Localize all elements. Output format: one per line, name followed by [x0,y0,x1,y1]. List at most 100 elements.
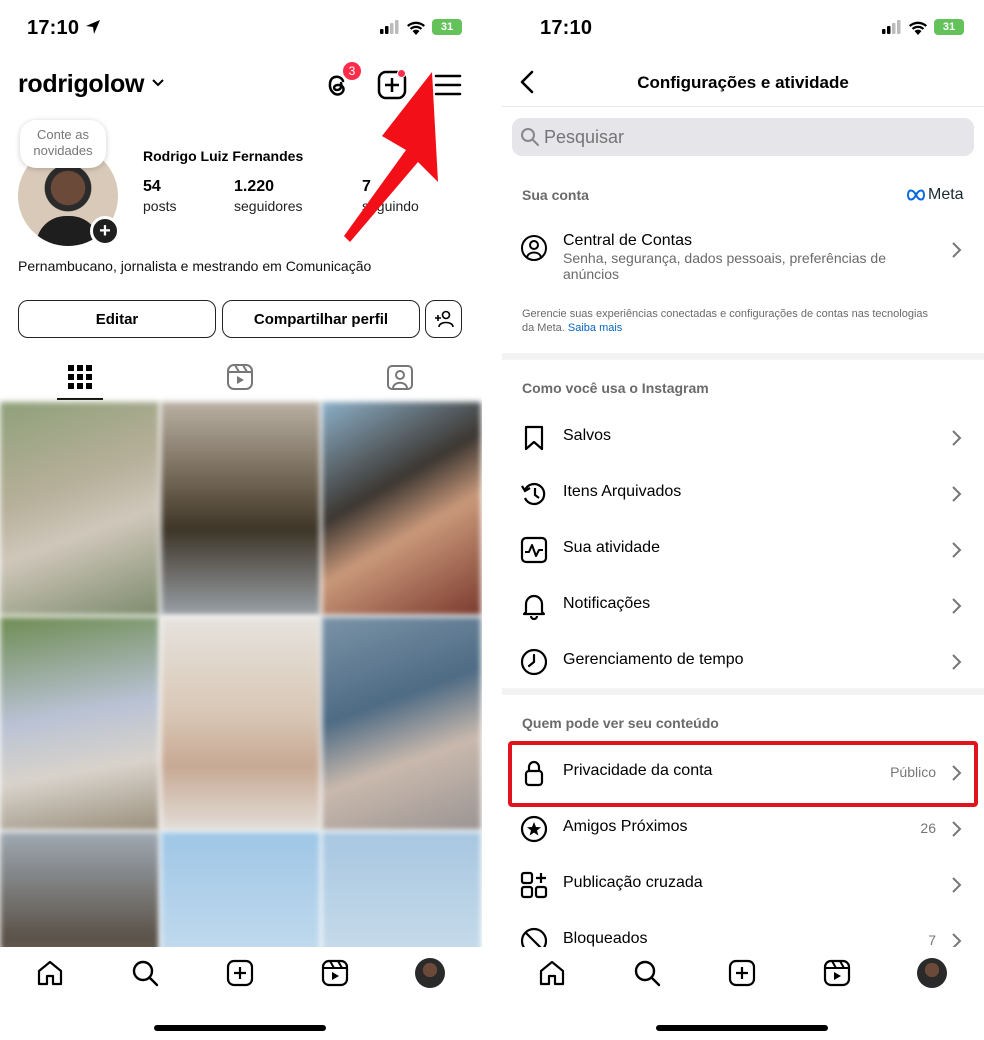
followers-count[interactable]: 1.220 [234,178,274,196]
activity-icon [520,536,548,564]
accounts-center-subtitle: Senha, segurança, dados pessoais, prefer… [563,250,886,282]
meta-logo: Meta [906,186,964,204]
location-arrow-icon [85,20,100,34]
chevron-right-icon [952,242,962,258]
bottom-nav [0,947,482,1040]
chevron-right-icon [952,598,962,614]
reels-icon[interactable] [320,958,350,988]
crosspost-icon [520,871,548,899]
chevron-right-icon [952,877,962,893]
wifi-icon [407,21,425,35]
battery-level: 31 [942,21,956,33]
row-notifications-label: Notificações [563,595,651,612]
status-time: 17:10 [540,17,593,39]
accounts-center-note: Gerencie suas experiências conectadas e … [522,307,942,335]
row-saved[interactable]: Salvos [502,410,984,466]
search-icon[interactable] [632,958,662,988]
archive-icon [521,482,546,506]
settings-screen: 17:10 31 Configurações e atividade Sua c… [502,0,984,1040]
grid-post[interactable] [0,617,159,830]
section-divider [502,688,984,695]
annotation-arrow [344,72,438,242]
bottom-nav [502,947,984,1040]
home-indicator [154,1025,326,1031]
bookmark-icon [524,425,544,451]
row-close-friends[interactable]: Amigos Próximos 26 [502,801,984,857]
learn-more-link[interactable]: Saiba mais [568,322,622,334]
profile-avatar-nav[interactable] [917,958,947,988]
row-activity[interactable]: Sua atividade [502,522,984,578]
status-time: 17:10 [27,17,101,40]
bio: Pernambucano, jornalista e mestrando em … [18,258,372,274]
row-crossposting[interactable]: Publicação cruzada [502,857,984,913]
home-icon[interactable] [537,958,567,988]
section-how-you-use: Como você usa o Instagram [522,380,709,396]
cellular-signal-icon [380,20,399,34]
reels-icon[interactable] [822,958,852,988]
posts-count[interactable]: 54 [143,178,161,196]
chevron-right-icon [952,542,962,558]
row-time-management[interactable]: Gerenciamento de tempo [502,634,984,690]
battery-level: 31 [440,21,454,33]
row-archived-label: Itens Arquivados [563,483,682,500]
section-your-account: Sua conta [522,187,589,203]
note-text: Conte as novidades [33,127,93,158]
username: rodrigolow [18,70,145,98]
account-switcher[interactable]: rodrigolow [18,70,165,99]
chevron-right-icon [952,821,962,837]
row-time-management-label: Gerenciamento de tempo [563,651,744,668]
add-story-button[interactable]: + [90,216,120,246]
row-blocked-label: Bloqueados [563,930,648,947]
search-icon[interactable] [130,958,160,988]
create-icon[interactable] [225,958,255,988]
grid-post[interactable] [322,617,481,830]
row-close-friends-value: 26 [920,820,936,836]
search-bar[interactable] [512,118,974,156]
grid-post[interactable] [0,402,159,615]
grid-post[interactable] [161,402,320,615]
tagged-icon[interactable] [385,362,415,392]
meta-logo-text: Meta [928,186,964,203]
edit-profile-button[interactable]: Editar [18,300,216,338]
bell-icon [522,594,546,620]
chevron-right-icon [952,486,962,502]
grid-icon[interactable] [65,362,95,392]
profile-circle-icon [521,235,547,261]
followers-label: seguidores [234,198,303,214]
clock-icon [520,648,548,676]
home-icon[interactable] [35,958,65,988]
chevron-right-icon [952,654,962,670]
row-archived[interactable]: Itens Arquivados [502,466,984,522]
search-input[interactable] [544,118,964,156]
battery-icon: 31 [934,19,964,35]
cellular-signal-icon [882,20,901,34]
share-profile-button[interactable]: Compartilhar perfil [222,300,420,338]
grid-post[interactable] [322,402,481,615]
create-icon[interactable] [727,958,757,988]
star-icon [520,815,548,843]
chevron-down-icon [152,79,164,87]
reels-tab-icon[interactable] [225,362,255,392]
battery-icon: 31 [432,19,462,35]
search-icon [521,128,539,146]
add-person-icon [434,310,454,328]
accounts-center-label: Central de Contas [563,232,692,249]
profile-screen: 17:10 31 rodrigolow 3 Conte as novidades… [0,0,482,1040]
status-icons: 31 [380,19,462,35]
note-bubble[interactable]: Conte as novidades [20,120,106,168]
row-close-friends-label: Amigos Próximos [563,818,688,835]
status-icons: 31 [882,19,964,35]
row-notifications[interactable]: Notificações [502,578,984,634]
discover-people-button[interactable] [425,300,462,338]
header-divider [502,106,984,107]
grid-post[interactable] [161,617,320,830]
posts-label: posts [143,198,177,214]
chevron-right-icon [952,430,962,446]
full-name: Rodrigo Luiz Fernandes [143,148,304,164]
profile-avatar-nav[interactable] [415,958,445,988]
status-time-text: 17:10 [27,17,80,39]
page-title: Configurações e atividade [637,73,849,92]
section-who-can-see: Quem pode ver seu conteúdo [522,715,719,731]
row-activity-label: Sua atividade [563,539,660,556]
row-crossposting-label: Publicação cruzada [563,874,703,891]
